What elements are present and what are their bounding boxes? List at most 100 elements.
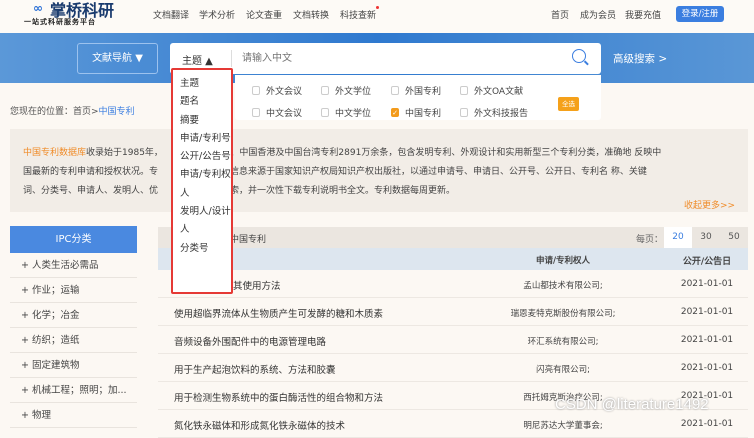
checkbox-label: 中国专利: [405, 109, 442, 119]
dropdown-option[interactable]: 摘要: [180, 112, 231, 130]
ipc-item[interactable]: + 化学；冶金: [10, 303, 137, 328]
divider: [231, 50, 232, 67]
table-row[interactable]: 音频设备外围配件中的电源管理电路 环汇系统有限公司; 2021-01-01: [158, 326, 748, 354]
breadcrumb-current[interactable]: 中国专利: [99, 107, 135, 117]
patent-date: 2021-01-01: [680, 307, 734, 317]
patent-title[interactable]: 用于生产起泡饮料的系统、方法和胶囊: [174, 362, 336, 376]
dropdown-option[interactable]: 分类号: [180, 240, 231, 258]
new-dot: [376, 6, 379, 9]
search-bar: 主题 ▲: [170, 43, 601, 74]
watermark: CSDN @literature1492: [555, 396, 709, 413]
nav-convert[interactable]: 文档转换: [293, 8, 329, 21]
nav-translate[interactable]: 文档翻译: [153, 8, 189, 21]
col-owner: 申请/专利权人: [535, 256, 591, 266]
desc-line: 国最新的专利申请和授权状况。专 成果等信息来源于国家知识产权局知识产权出版社，以…: [23, 167, 647, 177]
checkbox-foreign-oa[interactable]: 外文OA文献: [460, 84, 523, 97]
patent-title[interactable]: 其使用方法: [233, 278, 281, 292]
checkbox-label: 外文会议: [266, 87, 303, 97]
checkbox-foreign-conference[interactable]: 外文会议: [252, 84, 302, 97]
ipc-item[interactable]: + 纺织；造纸: [10, 328, 137, 353]
dropdown-option[interactable]: 申请/专利号: [180, 130, 231, 148]
advanced-search-link[interactable]: 高级搜索 >: [613, 51, 667, 66]
patent-title[interactable]: 使用超临界流体从生物质产生可发酵的糖和木质素: [174, 306, 383, 320]
dropdown-option[interactable]: 主题: [180, 75, 231, 93]
database-description: 中国专利数据库收录始于1985年， 国大陆、中国香港及中国台湾专利2891万余条…: [10, 129, 748, 212]
desc-line: 词、分类号、申请人、发明人、优 进行检索，并一次性下载专利说明书全文。专利数据每…: [23, 186, 456, 196]
database-name: 中国专利数据库: [23, 148, 87, 158]
search-field-dropdown: 主题 题名 摘要 申请/专利号 公开/公告号 申请/专利权人 发明人/设计人 分…: [171, 68, 233, 294]
checkbox-icon[interactable]: [252, 86, 260, 95]
ipc-item[interactable]: + 人类生活必需品: [10, 253, 137, 278]
checkbox-label: 中文学位: [335, 109, 372, 119]
table-row[interactable]: 用于生产起泡饮料的系统、方法和胶囊 闪亮有限公司; 2021-01-01: [158, 354, 748, 382]
page-size-50[interactable]: 50: [720, 227, 748, 248]
nav-analysis[interactable]: 学术分析: [199, 8, 235, 21]
field-select[interactable]: 主题 ▲: [182, 52, 213, 67]
page-size-30[interactable]: 30: [692, 227, 720, 248]
patent-date: 2021-01-01: [680, 363, 734, 373]
checkbox-icon[interactable]: [391, 86, 399, 95]
table-title: 中国专利: [230, 235, 267, 245]
patent-owner: 明尼苏达大学董事会;: [523, 421, 603, 431]
top-header: ∞ 掌桥科研 一站式科研服务平台 文档翻译 学术分析 论文查重 文档转换 科技查…: [0, 0, 754, 33]
table-row[interactable]: 使用超临界流体从生物质产生可发酵的糖和木质素 瑞恩麦特克斯股份有限公司; 2021-…: [158, 298, 748, 326]
select-all-button[interactable]: 全选: [558, 97, 579, 111]
checkbox-cn-conference[interactable]: 中文会议: [252, 106, 302, 119]
ipc-item[interactable]: + 固定建筑物: [10, 353, 137, 378]
nav-novelty[interactable]: 科技查新: [340, 8, 376, 21]
checkbox-label: 外文OA文献: [474, 87, 524, 97]
patent-title[interactable]: 用于检测生物系统中的蛋白酶活性的组合物和方法: [174, 390, 383, 404]
ipc-item[interactable]: + 物理: [10, 403, 137, 428]
checkbox-label: 外文科技报告: [474, 109, 529, 119]
page-size-20[interactable]: 20: [664, 227, 692, 248]
nav-member[interactable]: 成为会员: [580, 8, 616, 21]
checkbox-icon[interactable]: [252, 108, 260, 117]
patent-date: 2021-01-01: [680, 335, 734, 345]
dropdown-option[interactable]: 申请/专利权人: [180, 166, 231, 203]
search-icon[interactable]: [572, 49, 586, 63]
table-row[interactable]: 其使用方法 孟山都技术有限公司; 2021-01-01: [158, 270, 748, 298]
nav-plagiarism[interactable]: 论文查重: [246, 8, 282, 21]
table-header: 申请/专利权人 公开/公告日: [158, 248, 748, 270]
breadcrumb: 您现在的位置：首页>中国专利: [10, 104, 135, 117]
patent-title[interactable]: 氮化铁永磁体和形成氮化铁永磁体的技术: [174, 418, 345, 432]
database-filter-panel: 外文会议 外文学位 外国专利 外文OA文献 中文会议 中文学位 ✓ 中国专利 外文…: [235, 75, 601, 120]
checkbox-foreign-thesis[interactable]: 外文学位: [321, 84, 371, 97]
dropdown-option[interactable]: 公开/公告号: [180, 148, 231, 166]
table-row[interactable]: 氮化铁永磁体和形成氮化铁永磁体的技术 明尼苏达大学董事会; 2021-01-01: [158, 410, 748, 438]
patent-owner: 闪亮有限公司;: [536, 365, 590, 375]
checkbox-label: 外文学位: [335, 87, 372, 97]
col-date: 公开/公告日: [682, 257, 732, 267]
search-input[interactable]: [242, 48, 562, 68]
slogan: 一站式科研服务平台: [24, 18, 96, 26]
login-button[interactable]: 登录/注册: [676, 6, 724, 22]
ipc-sidebar: IPC分类 + 人类生活必需品 + 作业；运输 + 化学；冶金 + 纺织；造纸 …: [10, 226, 137, 428]
nav-home[interactable]: 首页: [551, 8, 569, 21]
patent-owner: 环汇系统有限公司;: [527, 337, 599, 347]
checkbox-label: 中文会议: [266, 109, 303, 119]
checkbox-cn-thesis[interactable]: 中文学位: [321, 106, 371, 119]
table-toolbar: 中国专利 每页： 20 30 50: [158, 227, 748, 248]
checkbox-foreign-patent[interactable]: 外国专利: [391, 84, 441, 97]
nav-recharge[interactable]: 我要充值: [625, 8, 661, 21]
ipc-item[interactable]: + 作业；运输: [10, 278, 137, 303]
patent-title[interactable]: 音频设备外围配件中的电源管理电路: [174, 334, 326, 348]
dropdown-option[interactable]: 题名: [180, 93, 231, 111]
checkbox-icon[interactable]: [321, 108, 329, 117]
collapse-more-link[interactable]: 收起更多>>: [684, 198, 735, 211]
logo-icon: ∞: [33, 1, 43, 15]
per-page-label: 每页：: [636, 235, 664, 245]
patent-owner: 瑞恩麦特克斯股份有限公司;: [510, 309, 616, 319]
checkbox-icon[interactable]: [460, 108, 468, 117]
breadcrumb-prefix: 您现在的位置：首页>: [10, 107, 99, 117]
checkbox-icon[interactable]: [460, 86, 468, 95]
patent-owner: 孟山都技术有限公司;: [523, 281, 603, 291]
dropdown-option[interactable]: 发明人/设计人: [180, 203, 231, 240]
checkbox-checked-icon[interactable]: ✓: [391, 108, 399, 117]
checkbox-icon[interactable]: [321, 86, 329, 95]
checkbox-cn-patent[interactable]: ✓ 中国专利: [391, 106, 441, 119]
literature-nav-button[interactable]: 文献导航 ▼: [77, 43, 158, 74]
patent-date: 2021-01-01: [680, 279, 734, 289]
checkbox-foreign-report[interactable]: 外文科技报告: [460, 106, 528, 119]
ipc-item[interactable]: + 机械工程；照明；加...: [10, 378, 137, 403]
